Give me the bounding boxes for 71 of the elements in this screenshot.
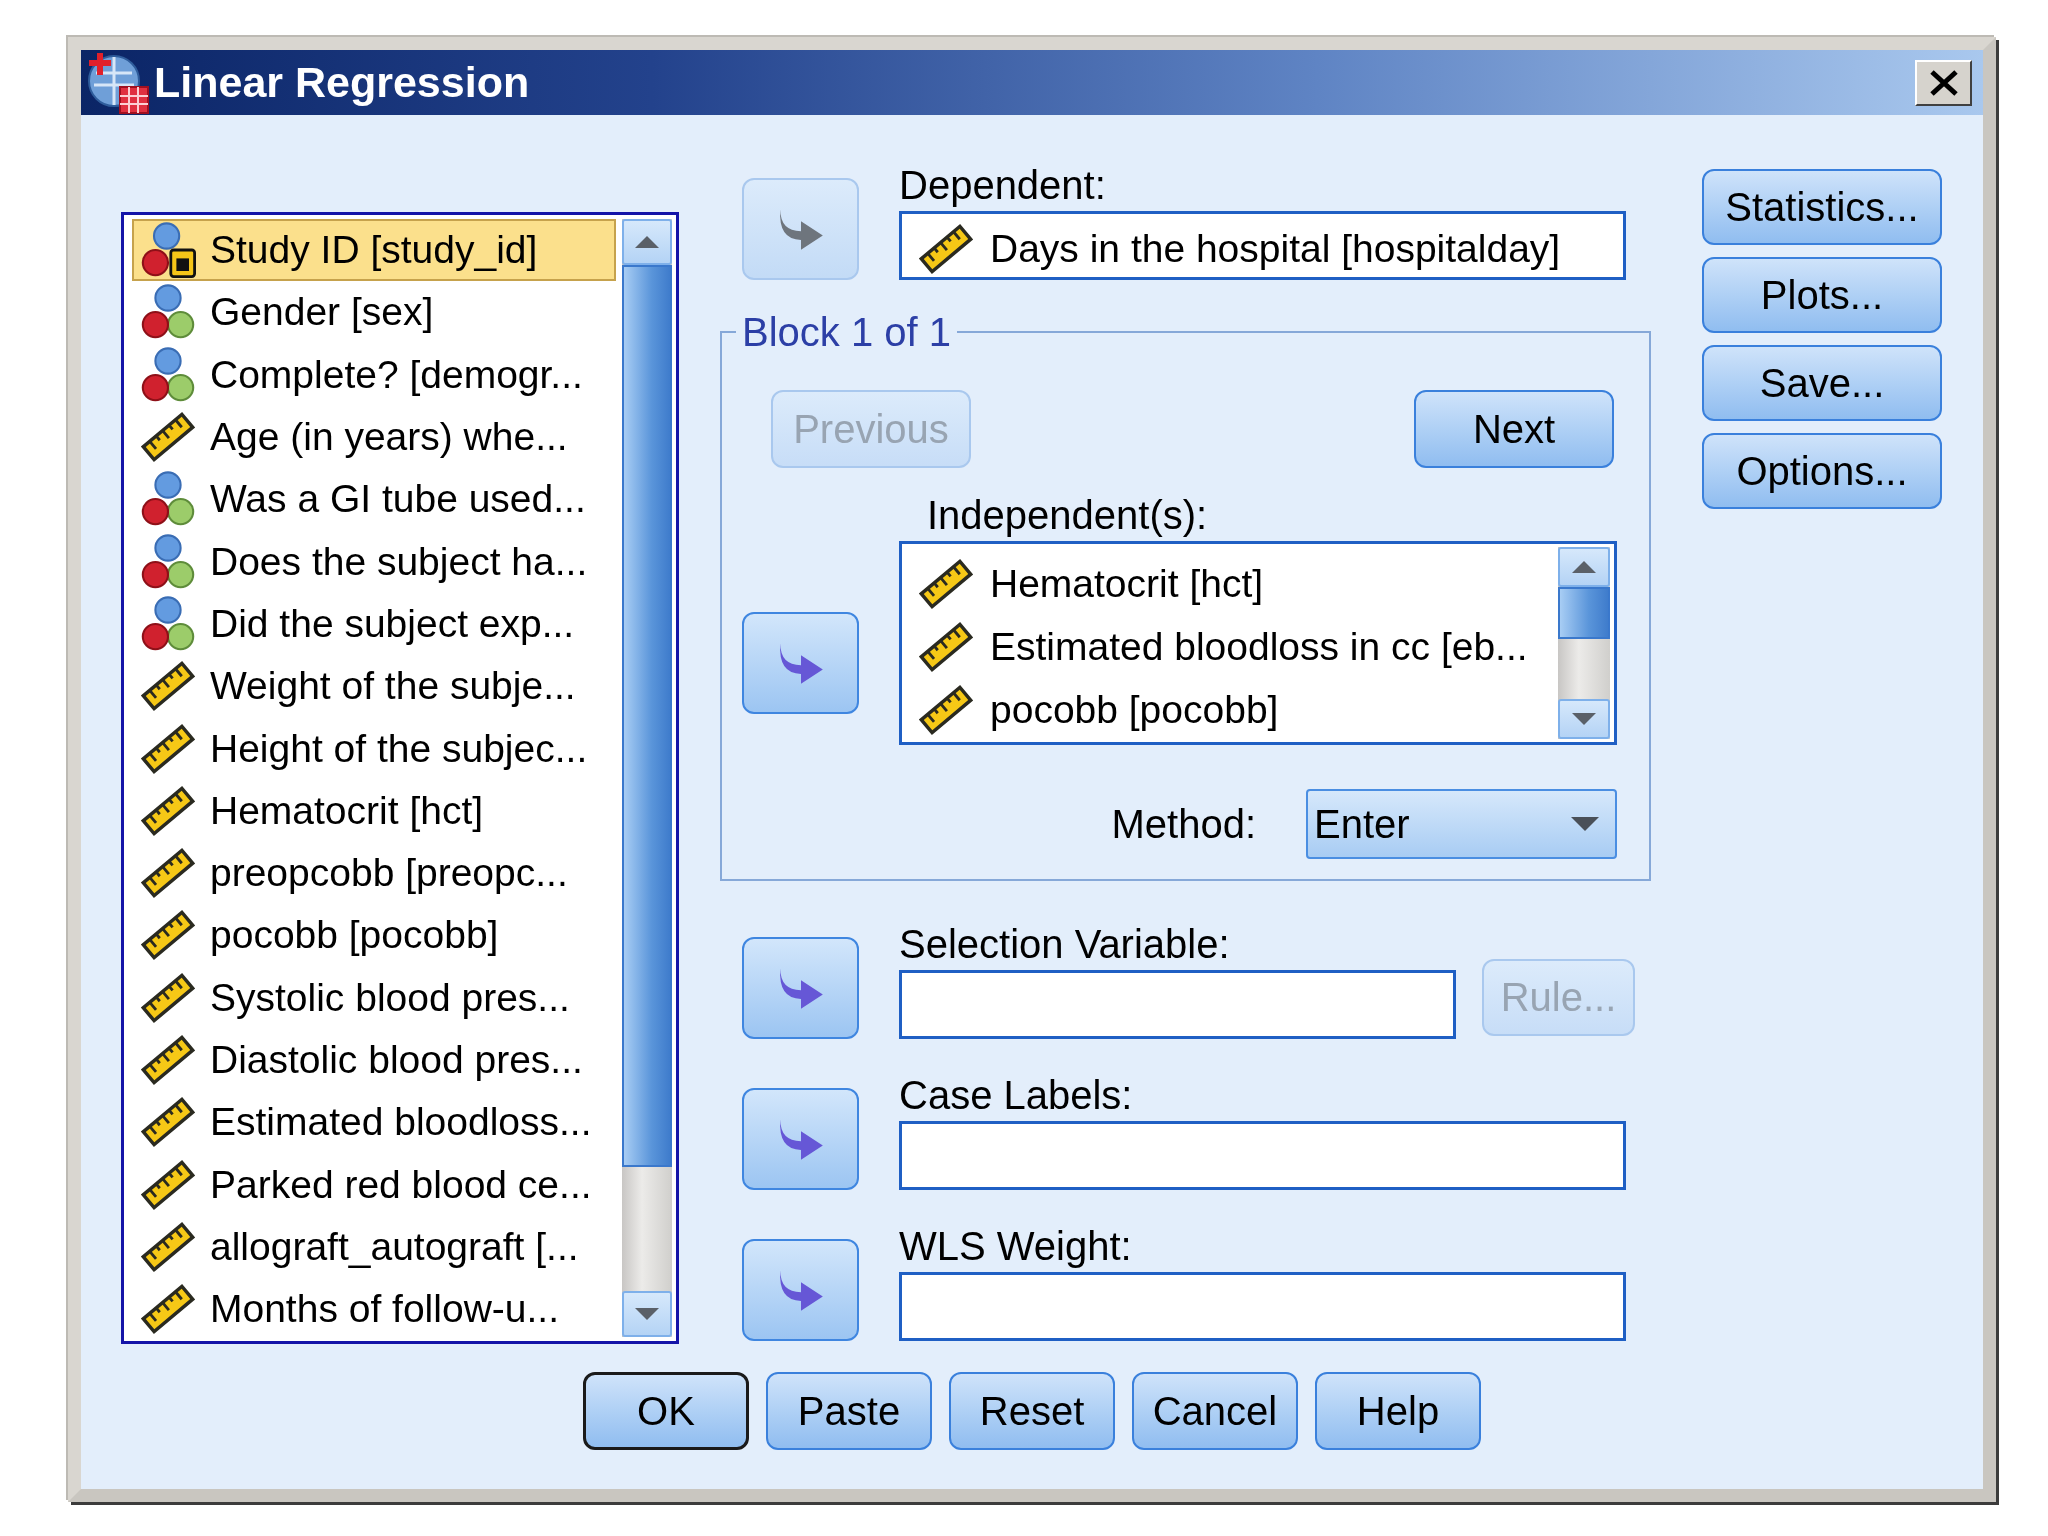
dialog-button[interactable]: Statistics... <box>1702 169 1942 245</box>
variable-list[interactable] <box>121 212 679 1344</box>
method-label: Method: <box>1111 801 1256 847</box>
variable-item[interactable]: Parked red blood ce... <box>132 1153 616 1216</box>
dialog-button[interactable]: Plots... <box>1702 257 1942 333</box>
down-triangle-icon <box>635 1308 659 1320</box>
variable-item[interactable]: Estimated bloodloss... <box>132 1091 616 1154</box>
variable-item[interactable]: Gender [sex] <box>132 281 616 344</box>
wls-weight-field[interactable] <box>899 1272 1626 1341</box>
dialog-button[interactable]: Reset <box>949 1372 1115 1450</box>
circles-icon <box>140 284 196 341</box>
variable-item[interactable]: pocobb [pocobb] <box>132 904 616 967</box>
nav-button[interactable]: Next <box>1414 390 1614 468</box>
circles-tag-icon <box>140 222 196 279</box>
dialog-button[interactable]: Save... <box>1702 345 1942 421</box>
circles-icon <box>140 346 196 403</box>
field-label: Independent(s): <box>926 493 1209 537</box>
variable-item[interactable]: Was a GI tube used... <box>132 468 616 531</box>
scroll-up-button[interactable] <box>1558 547 1610 587</box>
field-label: Selection Variable: <box>899 922 1231 966</box>
variable-item[interactable]: allograft_autograft [... <box>132 1215 616 1279</box>
field-label: Dependent: <box>899 163 1107 207</box>
dialog-button[interactable]: Cancel <box>1132 1372 1298 1450</box>
dialog-button[interactable]: OK <box>583 1372 749 1450</box>
variable-item[interactable]: Hematocrit [hct] <box>902 552 1558 615</box>
variable-item[interactable]: Diastolic blood pres... <box>132 1028 616 1092</box>
close-icon <box>1928 69 1959 96</box>
move-arrow-button[interactable] <box>742 937 859 1039</box>
variable-item[interactable]: Height of the subjec... <box>132 717 616 780</box>
field-label: Case Labels: <box>899 1073 1134 1117</box>
circles-icon <box>140 595 196 652</box>
method-dropdown[interactable]: Enter <box>1306 789 1617 859</box>
variable-item[interactable]: Did the subject exp... <box>132 592 616 656</box>
move-arrow-button[interactable] <box>742 1239 859 1341</box>
circles-icon <box>140 533 196 590</box>
circles-icon <box>140 471 196 528</box>
globe-grid-icon <box>86 50 150 115</box>
field-label: WLS Weight: <box>899 1224 1133 1268</box>
scrollbar[interactable] <box>622 219 672 1337</box>
variable-item[interactable]: Months of follow-u... <box>132 1278 616 1341</box>
scroll-up-button[interactable] <box>622 219 672 265</box>
scroll-down-button[interactable] <box>1558 699 1610 739</box>
group-title: Block 1 of 1 <box>741 310 952 354</box>
variable-item[interactable]: Age (in years) whe... <box>132 405 616 469</box>
variable-item[interactable]: pocobb [pocobb] <box>902 678 1558 741</box>
selection-variable-field[interactable] <box>899 970 1456 1039</box>
dialog-button[interactable]: Options... <box>1702 433 1942 509</box>
window-title: Linear Regression <box>154 58 530 107</box>
variable-item[interactable]: Does the subject ha... <box>132 530 616 593</box>
up-triangle-icon <box>1572 561 1596 573</box>
variable-item[interactable]: Complete? [demogr... <box>132 343 616 406</box>
dialog-button[interactable]: Paste <box>766 1372 932 1450</box>
variable-item[interactable]: Hematocrit [hct] <box>132 779 616 842</box>
variable-item[interactable]: Systolic blood pres... <box>132 966 616 1029</box>
down-triangle-icon <box>1572 713 1596 725</box>
move-arrow-button[interactable] <box>742 612 859 714</box>
move-arrow-button[interactable] <box>742 1088 859 1190</box>
variable-item[interactable]: Weight of the subje... <box>132 655 616 718</box>
variable-item[interactable]: Study ID [study_id] <box>132 219 616 282</box>
close-button[interactable] <box>1915 59 1972 106</box>
scroll-down-button[interactable] <box>622 1291 672 1337</box>
up-triangle-icon <box>635 236 659 248</box>
scroll-thumb[interactable] <box>1558 587 1610 639</box>
dialog-button[interactable]: Help <box>1315 1372 1481 1450</box>
caret-icon <box>1571 817 1599 831</box>
variable-item[interactable]: Estimated bloodloss in cc [eb... <box>902 615 1558 678</box>
scroll-thumb[interactable] <box>622 265 672 1167</box>
variable-item[interactable]: preopcobb [preopc... <box>132 841 616 905</box>
case-labels-field[interactable] <box>899 1121 1626 1190</box>
scrollbar[interactable] <box>1558 547 1610 739</box>
independents-list[interactable]: Hematocrit [hct] Estimated bloodloss in cc [eb... pocobb [pocobb] <box>899 541 1617 745</box>
